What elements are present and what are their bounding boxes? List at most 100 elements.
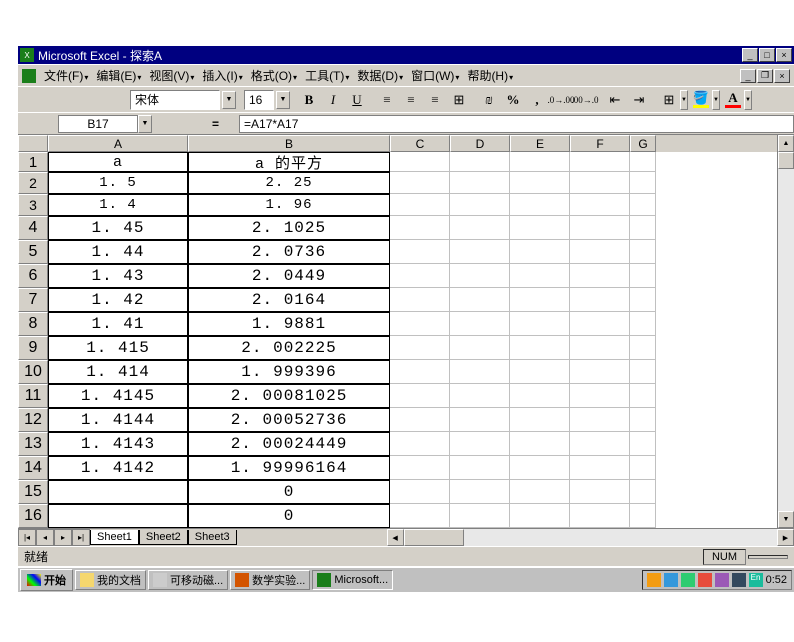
cell[interactable] [630,480,656,504]
cell[interactable]: 2. 0449 [188,264,390,288]
cell[interactable] [450,336,510,360]
minimize-button[interactable]: _ [742,48,758,62]
increase-decimal-button[interactable]: .0→.00 [550,89,572,111]
cell[interactable]: 1. 4145 [48,384,188,408]
select-all-corner[interactable] [18,135,48,152]
cell[interactable]: 1. 41 [48,312,188,336]
col-header-d[interactable]: D [450,135,510,152]
cell[interactable] [570,312,630,336]
tray-icon-4[interactable] [698,573,712,587]
cell[interactable]: 1. 45 [48,216,188,240]
cell[interactable] [570,240,630,264]
row-header[interactable]: 16 [18,504,48,528]
tray-icon-3[interactable] [681,573,695,587]
cell[interactable] [510,384,570,408]
cell[interactable]: 1. 44 [48,240,188,264]
col-header-f[interactable]: F [570,135,630,152]
cell[interactable] [390,360,450,384]
font-color-dropdown[interactable]: ▼ [744,90,752,110]
menu-help[interactable]: 帮助(H)▾ [463,65,517,86]
cell[interactable] [630,408,656,432]
menu-file[interactable]: 文件(F)▾ [40,65,92,86]
sheet-last-button[interactable]: ▸| [72,529,90,546]
sheet-first-button[interactable]: |◂ [18,529,36,546]
cell[interactable] [630,152,656,172]
merge-center-button[interactable]: ⊞ [448,89,470,111]
vertical-scrollbar[interactable]: ▲ ▼ [777,135,794,528]
font-size-box[interactable]: 16 [244,90,274,110]
cell[interactable] [450,240,510,264]
cell[interactable] [630,336,656,360]
cell[interactable]: 1. 4143 [48,432,188,456]
italic-button[interactable]: I [322,89,344,111]
start-button[interactable]: 开始 [20,569,73,591]
row-header[interactable]: 4 [18,216,48,240]
cell[interactable] [450,432,510,456]
system-tray[interactable]: En 0:52 [642,570,792,590]
cell[interactable] [630,432,656,456]
align-left-button[interactable]: ≡ [376,89,398,111]
clock[interactable]: 0:52 [766,574,787,586]
cell[interactable]: 2. 0164 [188,288,390,312]
font-name-dropdown[interactable]: ▼ [222,91,236,109]
cell[interactable]: 1. 4142 [48,456,188,480]
row-header[interactable]: 14 [18,456,48,480]
align-right-button[interactable]: ≡ [424,89,446,111]
scroll-left-button[interactable]: ◀ [387,529,404,546]
col-header-a[interactable]: A [48,135,188,152]
cell[interactable]: 2. 1025 [188,216,390,240]
row-header[interactable]: 3 [18,194,48,216]
cell[interactable] [510,194,570,216]
task-excel[interactable]: Microsoft... [312,570,393,590]
maximize-button[interactable]: □ [759,48,775,62]
row-header[interactable]: 7 [18,288,48,312]
cell[interactable] [630,288,656,312]
cell[interactable]: 1. 4 [48,194,188,216]
menu-tools[interactable]: 工具(T)▾ [301,65,353,86]
comma-button[interactable]: , [526,89,548,111]
currency-button[interactable]: ₪ [478,89,500,111]
cell[interactable] [570,432,630,456]
sheet-prev-button[interactable]: ◂ [36,529,54,546]
cell[interactable] [570,480,630,504]
cell[interactable] [510,312,570,336]
cell[interactable] [510,288,570,312]
cell[interactable] [390,384,450,408]
cell[interactable] [510,504,570,528]
cell[interactable] [510,480,570,504]
row-header[interactable]: 12 [18,408,48,432]
cell[interactable] [390,480,450,504]
row-header[interactable]: 8 [18,312,48,336]
cell[interactable] [450,288,510,312]
scroll-thumb[interactable] [778,152,794,169]
cell[interactable] [630,264,656,288]
name-box[interactable]: B17 [58,115,138,133]
cell[interactable]: 1. 99996164 [188,456,390,480]
hscroll-track[interactable] [464,529,777,546]
cell[interactable] [630,504,656,528]
bold-button[interactable]: B [298,89,320,111]
formula-input[interactable]: =A17*A17 [239,115,794,133]
decrease-decimal-button[interactable]: .00→.0 [574,89,596,111]
cell[interactable] [630,194,656,216]
cell[interactable]: 1. 42 [48,288,188,312]
hscroll-thumb[interactable] [404,529,464,546]
cell[interactable] [630,360,656,384]
name-box-dropdown[interactable]: ▼ [138,115,152,133]
menu-insert[interactable]: 插入(I)▾ [198,65,246,86]
doc-minimize-button[interactable]: _ [740,69,756,83]
tray-icon-5[interactable] [715,573,729,587]
cell[interactable] [570,360,630,384]
cell[interactable] [570,216,630,240]
cell[interactable] [390,408,450,432]
cell[interactable] [510,152,570,172]
sheet-next-button[interactable]: ▸ [54,529,72,546]
cell[interactable] [570,172,630,194]
cell[interactable] [450,312,510,336]
cell[interactable]: 2. 00024449 [188,432,390,456]
cell[interactable] [570,456,630,480]
task-math-experiment[interactable]: 数学实验... [230,570,310,590]
cell[interactable] [48,480,188,504]
cell[interactable]: 1. 4144 [48,408,188,432]
menu-window[interactable]: 窗口(W)▾ [407,65,463,86]
